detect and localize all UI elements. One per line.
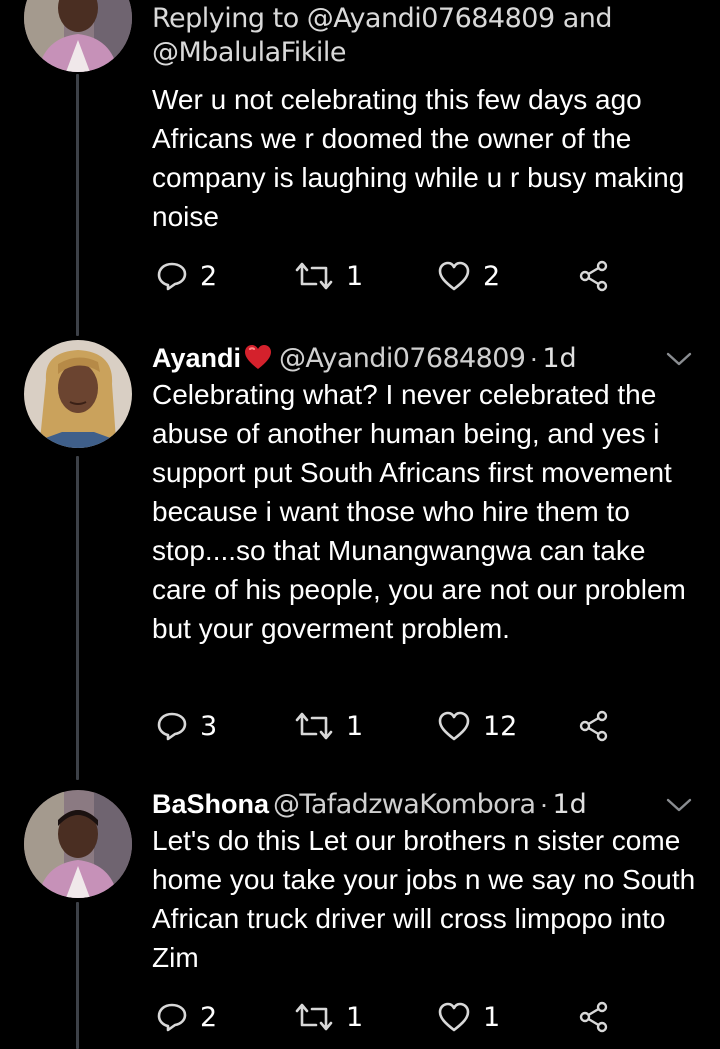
tweet-text: Let's do this Let our brothers n sister … <box>152 825 696 973</box>
like-button[interactable]: 1 <box>437 997 500 1037</box>
retweet-icon <box>294 710 334 742</box>
reply-button[interactable]: 3 <box>156 706 217 746</box>
tweet-header: Ayandi @Ayandi07684809 · 1d <box>152 341 700 375</box>
retweet-count: 1 <box>346 710 364 742</box>
reply-button[interactable]: 2 <box>156 997 217 1037</box>
display-name[interactable]: BaShona <box>152 789 269 819</box>
retweet-button[interactable]: 1 <box>294 997 363 1037</box>
thread-line <box>76 74 79 336</box>
avatar[interactable] <box>24 340 132 448</box>
like-count: 12 <box>483 710 518 742</box>
reply-count: 2 <box>200 260 218 292</box>
timestamp[interactable]: 1d <box>542 343 576 374</box>
chevron-down-icon[interactable] <box>664 789 694 823</box>
reply-count: 2 <box>200 1001 218 1033</box>
separator-dot: · <box>539 789 549 819</box>
tweet-actions: 3 1 12 <box>152 706 632 746</box>
red-heart-icon <box>243 343 273 379</box>
retweet-icon <box>294 260 334 292</box>
user-handle[interactable]: @TafadzwaKombora <box>273 789 536 820</box>
share-icon <box>578 260 610 292</box>
retweet-count: 1 <box>346 260 364 292</box>
tweet[interactable]: Replying to @Ayandi07684809 and @Mbalula… <box>152 2 700 236</box>
avatar[interactable] <box>24 790 132 898</box>
share-button[interactable] <box>578 997 610 1037</box>
user-handle[interactable]: @Ayandi07684809 <box>279 343 526 374</box>
tweet-header: BaShona @TafadzwaKombora · 1d <box>152 787 700 821</box>
like-icon <box>437 710 471 742</box>
retweet-button[interactable]: 1 <box>294 706 363 746</box>
thread-line <box>76 902 79 1049</box>
display-name[interactable]: Ayandi <box>152 343 241 373</box>
avatar[interactable] <box>24 0 132 72</box>
replying-to-text[interactable]: Replying to @Ayandi07684809 and @Mbalula… <box>152 2 700 70</box>
share-button[interactable] <box>578 706 610 746</box>
tweet[interactable]: Ayandi @Ayandi07684809 · 1d Celebrating wha… <box>152 341 700 648</box>
like-button[interactable]: 2 <box>437 256 500 296</box>
reply-button[interactable]: 2 <box>156 256 217 296</box>
reply-icon <box>156 260 188 292</box>
tweet[interactable]: BaShona @TafadzwaKombora · 1d Let's do this… <box>152 787 700 977</box>
like-count: 1 <box>483 1001 501 1033</box>
like-button[interactable]: 12 <box>437 706 517 746</box>
retweet-count: 1 <box>346 1001 364 1033</box>
chevron-down-icon[interactable] <box>664 343 694 377</box>
tweet-text: Celebrating what? I never celebrated the… <box>152 379 686 644</box>
like-icon <box>437 1001 471 1033</box>
reply-count: 3 <box>200 710 218 742</box>
tweet-actions: 2 1 1 <box>152 997 632 1037</box>
reply-icon <box>156 1001 188 1033</box>
retweet-icon <box>294 1001 334 1033</box>
like-count: 2 <box>483 260 501 292</box>
separator-dot: · <box>529 343 539 373</box>
tweet-text: Wer u not celebrating this few days ago … <box>152 84 685 232</box>
reply-icon <box>156 710 188 742</box>
share-icon <box>578 710 610 742</box>
share-icon <box>578 1001 610 1033</box>
timestamp[interactable]: 1d <box>552 789 586 820</box>
like-icon <box>437 260 471 292</box>
retweet-button[interactable]: 1 <box>294 256 363 296</box>
tweet-actions: 2 1 2 <box>152 256 632 296</box>
thread-line <box>76 456 79 780</box>
share-button[interactable] <box>578 256 610 296</box>
